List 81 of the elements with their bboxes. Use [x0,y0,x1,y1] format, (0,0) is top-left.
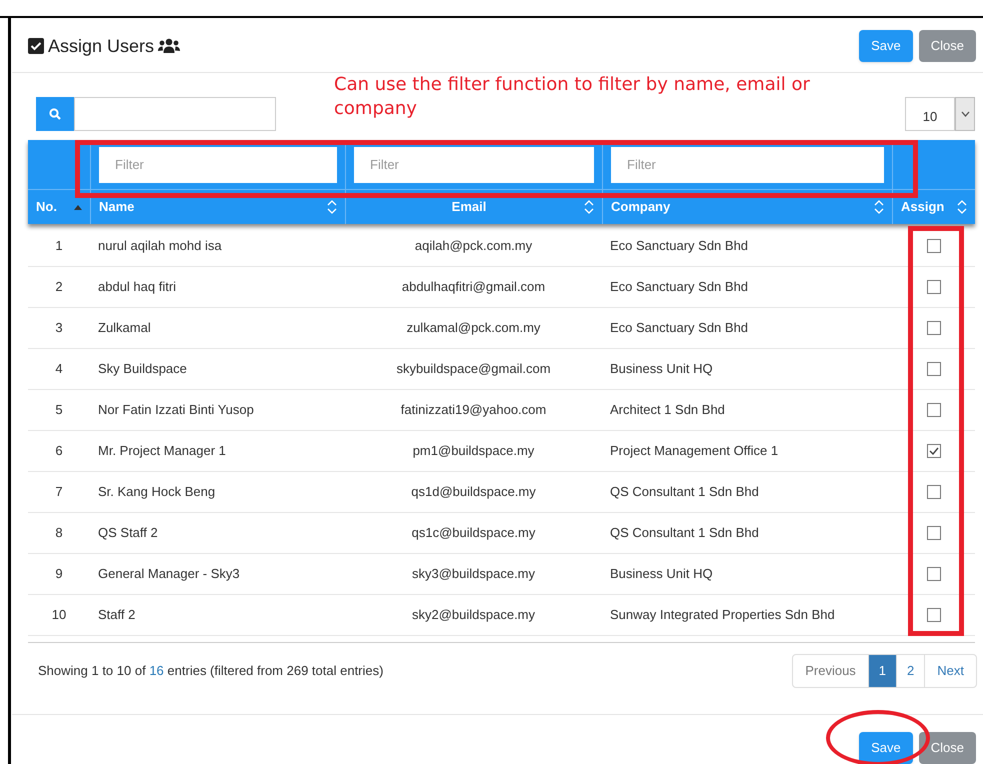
table-cell-text: pm1@buildspace.my [412,442,536,460]
table-cell-text: 9 [54,565,64,584]
filter-field[interactable]: Filter [354,146,594,182]
chevron-down-icon [960,111,970,117]
sort-icon [584,200,594,214]
table-cell-text: Sr. Kang Hock Beng [97,483,216,502]
entries-info: Showing 1 to 10 of 16 entries (filtered from 269 total entries) [38,662,384,680]
table-cell-text: zulkamal@pck.com.my [406,319,542,338]
table-cell-text: QS Consultant 1 Sdn Bhd [609,483,760,502]
assign-checkbox[interactable] [926,362,940,376]
table-cell-text: 3 [54,319,64,338]
sort-icon [327,200,337,214]
table-cell-text: Business Unit HQ [609,360,714,378]
assign-checkbox[interactable] [926,280,940,294]
search-icon [49,108,61,120]
column-header[interactable]: Email [345,190,602,224]
page-button[interactable]: 1 [868,655,896,687]
table-cell-text: 6 [54,442,64,460]
modal-title: Assign Users [48,34,154,58]
save-button[interactable]: Save [859,732,913,764]
table-cell-text: qs1c@buildspace.my [410,524,536,542]
table-cell-text: Nor Fatin Izzati Binti Yusop [97,401,255,420]
check-icon [928,447,938,455]
column-header[interactable]: Company [602,190,892,224]
table-cell-text: General Manager - Sky3 [97,565,241,584]
table-cell-text: 1 [54,237,64,256]
sort-icon [957,200,967,214]
table-cell-text: Business Unit HQ [609,565,714,584]
table-cell-text: abdul haq fitri [97,278,178,296]
pagination-link[interactable]: Previous [793,655,868,687]
table-cell-text: QS Staff 2 [97,524,159,542]
table-cell-text: skybuildspace@gmail.com [395,360,552,378]
column-header[interactable]: Name [90,190,345,224]
column-header[interactable]: Assign [892,190,975,224]
table-cell-text: qs1d@buildspace.my [410,483,537,502]
table-cell-text: 2 [54,278,64,296]
filter-field[interactable]: Filter [611,146,884,182]
table-cell-text: QS Consultant 1 Sdn Bhd [609,524,760,542]
table-cell-text: fatinizzati19@yahoo.com [400,401,548,420]
column-header[interactable]: No. [28,190,90,224]
search-field[interactable] [74,97,276,131]
search-button[interactable] [36,97,74,131]
assign-checkbox[interactable] [926,526,940,540]
assign-checkbox[interactable] [926,608,940,622]
table-cell-text: Sky Buildspace [97,360,188,378]
table-cell-text: Sunway Integrated Properties Sdn Bhd [609,606,836,624]
annotation-text: Can use the filter function to filter by name, email or company [334,73,811,121]
assign-checkbox[interactable] [926,485,940,499]
table-cell-text: 4 [54,360,64,378]
table-cell-text: 8 [54,524,64,542]
users-icon [158,38,180,54]
assign-checkbox[interactable] [926,239,940,253]
table-cell-text: Eco Sanctuary Sdn Bhd [609,278,750,296]
table-cell-text: Zulkamal [97,319,152,338]
close-button[interactable]: Close [918,30,976,62]
pagination-link[interactable]: Next [924,655,976,687]
table-cell-text: sky2@buildspace.my [410,606,536,624]
table-cell-text: aqilah@pck.com.my [414,237,534,256]
filter-field[interactable]: Filter [99,146,337,182]
table-cell-text: 5 [54,401,64,420]
table-cell-text: Project Management Office 1 [609,442,780,460]
table-cell-text: nurul aqilah mohd isa [97,237,223,256]
table-cell-text: abdulhaqfitri@gmail.com [400,278,546,296]
assign-checkbox[interactable] [926,567,940,581]
table-cell-text: Eco Sanctuary Sdn Bhd [609,319,750,338]
assign-checkbox[interactable] [926,403,940,417]
table-cell-text: sky3@buildspace.my [410,565,536,584]
assign-checkbox[interactable] [926,321,940,335]
sort-icon [874,200,884,214]
table-cell-text: Mr. Project Manager 1 [97,442,227,460]
save-button[interactable]: Save [859,30,913,62]
sort-up-icon [74,204,82,210]
checkbox-icon [28,38,44,54]
table-cell-text: 10 [50,606,68,624]
page-button[interactable]: 2 [896,655,924,687]
table-cell-text: Eco Sanctuary Sdn Bhd [609,237,750,256]
table-cell-text: Architect 1 Sdn Bhd [609,401,726,420]
table-cell-text: 7 [54,483,64,502]
close-button[interactable]: Close [918,732,976,764]
table-cell-text: Staff 2 [97,606,136,624]
assign-checkbox[interactable] [926,444,940,458]
